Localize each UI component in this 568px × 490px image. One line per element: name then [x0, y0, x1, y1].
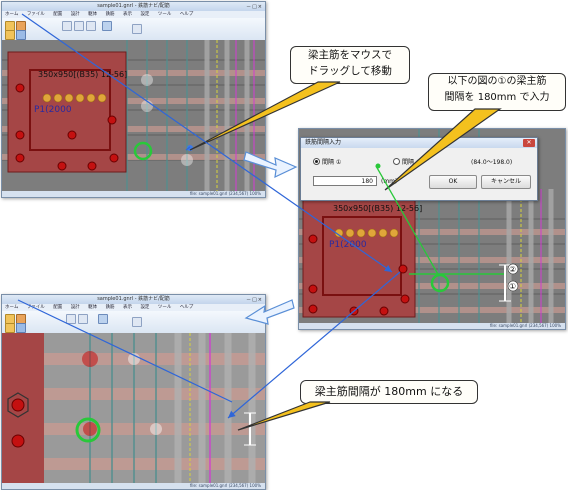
result-callout: 梁主筋間隔が 180mm になる — [300, 380, 478, 404]
ribbon-button-icon[interactable] — [102, 21, 112, 31]
spacing1-radio[interactable] — [313, 158, 320, 165]
menu-item[interactable]: 配置 — [53, 12, 62, 17]
ribbon-button-icon[interactable] — [16, 30, 26, 40]
menu-item[interactable]: 設定 — [140, 12, 149, 17]
menu-item[interactable]: 設計 — [71, 305, 80, 310]
dialog-title: 鉄筋間隔入力 — [301, 138, 537, 148]
ribbon-button-icon[interactable] — [132, 24, 142, 34]
menu-item[interactable]: ホーム — [5, 305, 18, 310]
ribbon-button-icon[interactable] — [5, 323, 15, 333]
spacing2-radio[interactable] — [393, 158, 400, 165]
ribbon-button-icon[interactable] — [5, 30, 15, 40]
menu-item[interactable]: 鉄筋 — [106, 305, 115, 310]
close-icon[interactable]: ✕ — [523, 139, 535, 147]
drag-instruction-text: 梁主筋をマウスで ドラッグして移動 — [308, 49, 392, 77]
top-drawing-canvas[interactable]: P1(2000 350x950[(B35) 12-56] — [2, 40, 265, 191]
input-instruction-text: 以下の図の①の梁主筋 間隔を 180mm で入力 — [444, 76, 550, 103]
ribbon-button-icon[interactable] — [98, 314, 108, 324]
top-ribbon — [2, 18, 265, 41]
unit-label: (mm) — [381, 178, 398, 185]
window-controls-icon[interactable]: －□× — [246, 3, 263, 12]
menu-item[interactable]: ツール — [158, 305, 172, 310]
menu-item[interactable]: 躯体 — [88, 305, 97, 310]
top-menu-bar: ホーム ファイル 配置 設計 躯体 鉄筋 表示 設定 ツール ヘルプ — [2, 11, 265, 18]
menu-item[interactable]: 表示 — [123, 12, 132, 17]
bottom-app-window: sample01.gnrl - 鉄筋ナビ/配筋 －□× ホーム ファイル 配置 … — [1, 294, 266, 490]
ribbon-button-icon[interactable] — [86, 21, 96, 31]
bottom-title-bar: sample01.gnrl - 鉄筋ナビ/配筋 －□× — [2, 295, 265, 304]
menu-item[interactable]: ヘルプ — [180, 12, 194, 17]
middle-plan-label: P1(2000 — [329, 240, 367, 250]
result-text: 梁主筋間隔が 180mm になる — [314, 385, 464, 398]
menu-item[interactable]: ヘルプ — [180, 305, 194, 310]
dimension-marker-2: ② — [509, 265, 516, 274]
top-drag-point[interactable] — [187, 145, 193, 151]
top-app-window: sample01.gnrl - 鉄筋ナビ/配筋 －□× ホーム ファイル 配置 … — [1, 1, 266, 198]
window-controls-icon[interactable]: －□× — [246, 296, 263, 305]
top-plan-label: P1(2000 — [34, 105, 72, 115]
menu-item[interactable]: ホーム — [5, 12, 18, 17]
top-beam-label: 350x950[(B35) 12-56] — [38, 70, 127, 79]
top-title-bar: sample01.gnrl - 鉄筋ナビ/配筋 －□× — [2, 2, 265, 11]
spacing-range: (84.0～198.0) — [471, 159, 513, 166]
spacing2-label: 間隔 ② — [402, 159, 422, 166]
menu-item[interactable]: 鉄筋 — [106, 12, 115, 17]
middle-beam-label: 350x950[(B35) 12-56] — [333, 204, 422, 213]
menu-item[interactable]: ファイル — [27, 12, 45, 17]
rebar-spacing-dialog: 鉄筋間隔入力 ✕ 間隔 ① 間隔 ② (84.0～198.0) 180 (mm)… — [300, 137, 538, 201]
ribbon-button-icon[interactable] — [66, 314, 76, 324]
dimension-marker-1: ① — [509, 282, 516, 291]
drag-instruction-callout: 梁主筋をマウスで ドラッグして移動 — [290, 46, 410, 84]
middle-status-bar: file: sample01.gnrl (234,567) 100% — [299, 323, 565, 329]
bottom-ribbon — [2, 311, 265, 334]
input-instruction-callout: 以下の図の①の梁主筋 間隔を 180mm で入力 — [428, 73, 566, 111]
menu-item[interactable]: 配置 — [53, 305, 62, 310]
ribbon-button-icon[interactable] — [132, 317, 142, 327]
spacing-input[interactable]: 180 — [313, 176, 377, 186]
ribbon-button-icon[interactable] — [16, 323, 26, 333]
cancel-button[interactable]: キャンセル — [481, 175, 531, 189]
top-window-title: sample01.gnrl - 鉄筋ナビ/配筋 — [97, 3, 170, 9]
bottom-window-title: sample01.gnrl - 鉄筋ナビ/配筋 — [97, 296, 170, 302]
menu-item[interactable]: 表示 — [123, 305, 132, 310]
ribbon-button-icon[interactable] — [74, 21, 84, 31]
ribbon-button-icon[interactable] — [78, 314, 88, 324]
bottom-status-bar: file: sample01.gnrl (234,567) 100% — [2, 483, 265, 489]
menu-item[interactable]: 設計 — [71, 12, 80, 17]
menu-item[interactable]: 設定 — [140, 305, 149, 310]
bottom-drawing-canvas[interactable] — [2, 333, 265, 483]
top-status-bar: file: sample01.gnrl (234,567) 100% — [2, 191, 265, 197]
ok-button[interactable]: OK — [429, 175, 477, 189]
menu-item[interactable]: ファイル — [27, 305, 45, 310]
menu-item[interactable]: 躯体 — [88, 12, 97, 17]
spacing1-label: 間隔 ① — [322, 159, 342, 166]
ribbon-button-icon[interactable] — [62, 21, 72, 31]
bottom-menu-bar: ホーム ファイル 配置 設計 躯体 鉄筋 表示 設定 ツール ヘルプ — [2, 304, 265, 311]
menu-item[interactable]: ツール — [158, 12, 172, 17]
